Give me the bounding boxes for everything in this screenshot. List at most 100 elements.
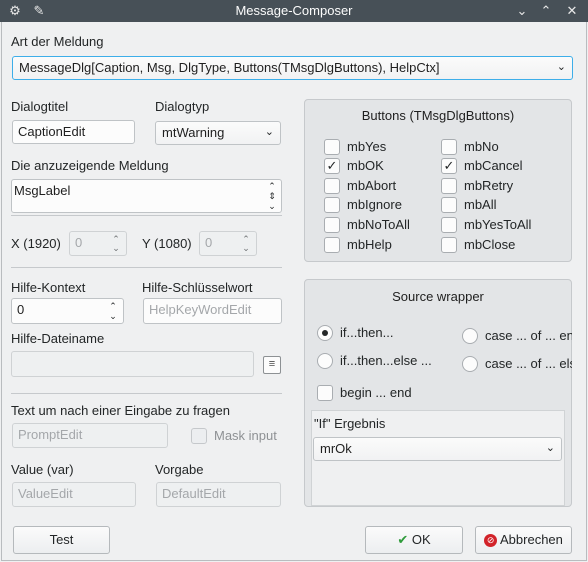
close-icon[interactable]: ✕ — [563, 2, 581, 20]
separator — [11, 267, 282, 268]
separator — [11, 215, 282, 216]
hilfe-kontext-spinner[interactable]: 0 ⌃ ⌄ — [11, 298, 124, 324]
checkbox-label: mbYes — [347, 139, 387, 155]
if-ergebnis-combo[interactable]: mrOk ⌄ — [313, 437, 562, 461]
checkbox-mbhelp[interactable]: mbHelp — [324, 236, 392, 253]
checkbox-mbclose[interactable]: mbClose — [441, 236, 515, 253]
window-title: Message-Composer — [235, 3, 353, 18]
dialogtitel-input[interactable]: CaptionEdit — [12, 120, 135, 144]
radio-ifthen[interactable]: if...then... — [317, 324, 393, 341]
y-value: 0 — [205, 235, 213, 250]
checkbox-mbyes[interactable]: mbYes — [324, 138, 386, 155]
checkbox-mbretry[interactable]: mbRetry — [441, 177, 513, 194]
checkbox-mbnotoall[interactable]: mbNoToAll — [324, 216, 410, 233]
ok-button[interactable]: ✔ OK — [365, 526, 463, 554]
browse-file-icon[interactable]: ≡ — [263, 356, 281, 374]
dialogtyp-value: mtWarning — [162, 125, 225, 140]
radio-case[interactable]: case ... of ... end — [462, 327, 572, 344]
hilfe-kontext-label: Hilfe-Kontext — [11, 280, 86, 295]
checkbox-label: mbAbort — [347, 178, 397, 194]
hilfe-kontext-value: 0 — [17, 302, 25, 317]
hilfe-schluessel-input[interactable]: HelpKeyWordEdit — [143, 298, 282, 324]
buttons-group-title: Buttons (TMsgDlgButtons) — [361, 108, 515, 123]
mask-input-label: Mask input — [214, 428, 277, 444]
begin-end-checkbox[interactable]: begin ... end — [317, 384, 412, 401]
meldung-text: MsgLabel — [14, 183, 71, 198]
radio-ifthenelse-label: if...then...else ... — [340, 353, 432, 369]
checkbox-label: mbHelp — [347, 237, 392, 253]
checkbox-box — [324, 236, 340, 253]
maximize-icon[interactable]: ⌃ — [537, 2, 555, 20]
spin-down-icon[interactable]: ⌄ — [107, 312, 119, 321]
x-spinner[interactable]: 0 ⌃ ⌄ — [69, 231, 127, 256]
checkbox-box — [324, 216, 340, 233]
scroll-handle-icon[interactable]: ⇕ — [266, 192, 278, 201]
checkbox-label: mbYesToAll — [464, 217, 532, 233]
checkbox-label: mbRetry — [464, 178, 514, 194]
prompt-input[interactable]: PromptEdit — [12, 423, 168, 448]
checkbox-box — [441, 196, 457, 213]
prompt-label: Text um nach einer Eingabe zu fragen — [11, 403, 230, 418]
checkbox-label: mbAll — [464, 197, 497, 213]
radio-ifthen-label: if...then... — [340, 325, 394, 341]
art-combo[interactable]: MessageDlg[Caption, Msg, DlgType, Button… — [12, 56, 573, 80]
checkbox-box — [441, 177, 457, 194]
checkbox-box — [324, 177, 340, 194]
checkbox-mball[interactable]: mbAll — [441, 196, 497, 213]
x-label: X (1920) — [11, 236, 61, 251]
checkbox-label: mbNo — [464, 139, 499, 155]
radio-caseelse-label: case ... of ... else — [485, 356, 572, 372]
value-input[interactable]: ValueEdit — [12, 482, 136, 507]
chevron-down-icon: ⌄ — [545, 442, 555, 454]
meldung-label: Die anzuzeigende Meldung — [11, 158, 169, 173]
checkbox-box — [441, 236, 457, 253]
radio-caseelse[interactable]: case ... of ... else — [462, 355, 572, 372]
value-label: Value (var) — [11, 462, 74, 477]
spin-down-icon[interactable]: ⌄ — [110, 244, 122, 253]
spin-up-icon[interactable]: ⌃ — [107, 302, 119, 311]
checkbox-mbignore[interactable]: mbIgnore — [324, 196, 402, 213]
dialogtyp-combo[interactable]: mtWarning ⌄ — [155, 121, 281, 145]
checkbox-box — [441, 216, 457, 233]
radio-dot — [462, 327, 478, 344]
radio-dot — [462, 355, 478, 372]
checkmark-icon: ✓ — [441, 157, 457, 174]
radio-ifthenelse[interactable]: if...then...else ... — [317, 352, 432, 369]
art-combo-value: MessageDlg[Caption, Msg, DlgType, Button… — [19, 60, 440, 75]
hilfe-schluessel-label: Hilfe-Schlüsselwort — [142, 280, 253, 295]
meldung-memo[interactable]: MsgLabel ⌃ ⇕ ⌄ — [11, 179, 282, 213]
dialogtyp-label: Dialogtyp — [155, 99, 210, 114]
checkbox-box — [317, 384, 333, 401]
spin-down-icon[interactable]: ⌄ — [240, 244, 252, 253]
radio-case-label: case ... of ... end — [485, 328, 572, 344]
checkmark-icon: ✓ — [324, 157, 340, 174]
checkbox-box — [324, 196, 340, 213]
ok-button-label: OK — [411, 532, 431, 547]
source-wrapper-title: Source wrapper — [392, 289, 484, 304]
title-bar: ⚙ ✎ Message-Composer ⌄ ⌃ ✕ — [0, 0, 588, 22]
checkbox-label: mbIgnore — [347, 197, 402, 213]
dialogtitel-label: Dialogtitel — [11, 99, 69, 114]
y-spinner[interactable]: 0 ⌃ ⌄ — [199, 231, 257, 256]
y-label: Y (1080) — [142, 236, 192, 251]
cancel-icon: ⊘ — [484, 534, 498, 548]
checkbox-mbok[interactable]: ✓ mbOK — [324, 157, 384, 174]
minimize-icon[interactable]: ⌄ — [513, 2, 531, 20]
chevron-down-icon: ⌄ — [556, 61, 566, 73]
hilfe-datei-input[interactable] — [11, 351, 254, 377]
scroll-up-icon[interactable]: ⌃ — [266, 182, 278, 191]
checkbox-box — [441, 138, 457, 155]
checkbox-mbno[interactable]: mbNo — [441, 138, 499, 155]
checkbox-mbyestoall[interactable]: mbYesToAll — [441, 216, 531, 233]
checkbox-label: mbClose — [464, 237, 516, 253]
vorgabe-input[interactable]: DefaultEdit — [156, 482, 281, 507]
checkbox-mbcancel[interactable]: ✓ mbCancel — [441, 157, 523, 174]
test-button[interactable]: Test — [13, 526, 110, 554]
if-ergebnis-label: "If" Ergebnis — [314, 416, 386, 431]
checkbox-mbabort[interactable]: mbAbort — [324, 177, 396, 194]
separator — [11, 393, 282, 394]
scroll-down-icon[interactable]: ⌄ — [266, 202, 278, 211]
radio-dot — [317, 352, 333, 369]
mask-input-checkbox[interactable]: Mask input — [191, 427, 277, 444]
cancel-button[interactable]: ⊘ Abbrechen — [475, 526, 572, 554]
